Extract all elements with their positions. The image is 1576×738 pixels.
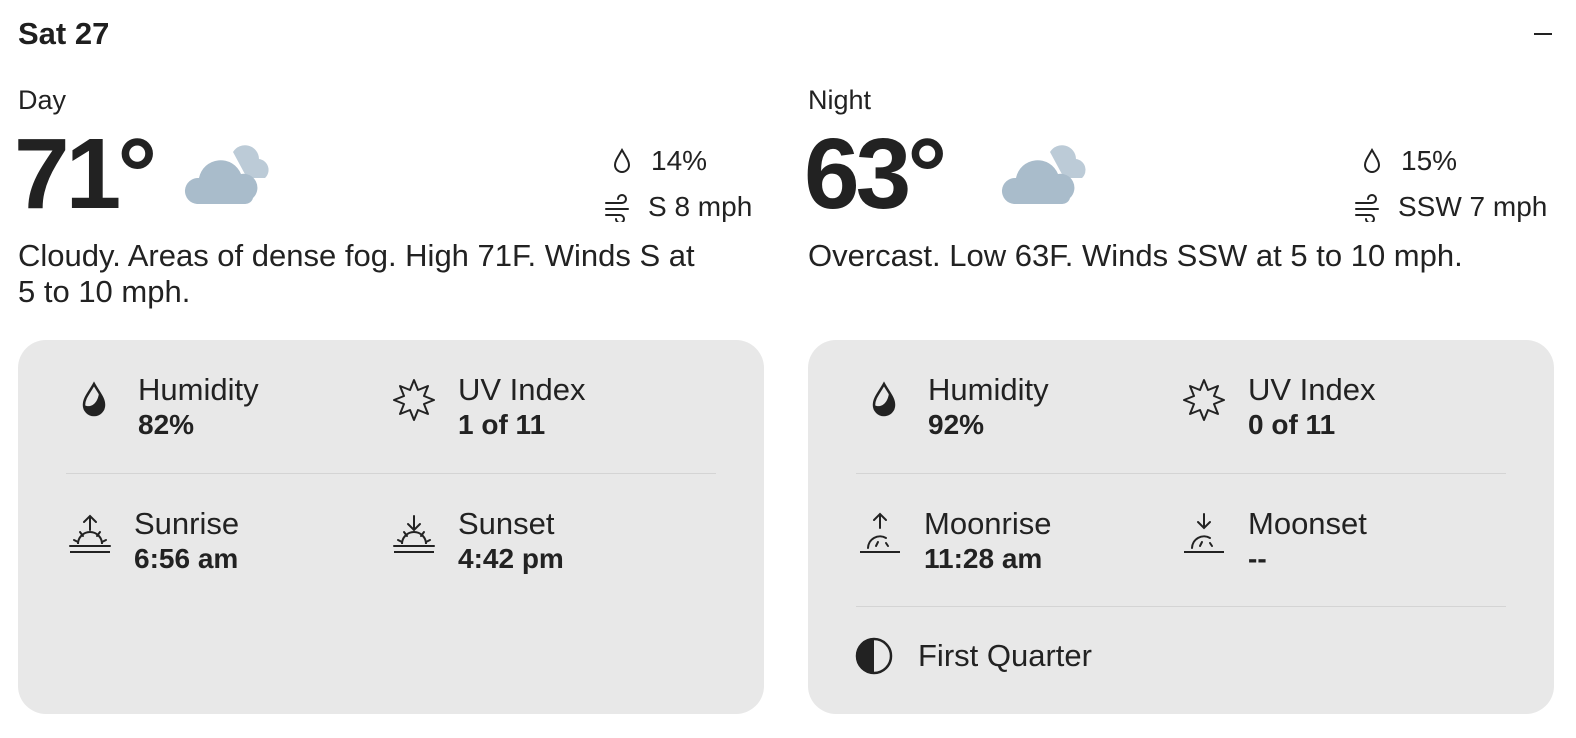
- moonrise-cell: Moonrise 11:28 am: [856, 506, 1052, 576]
- night-details-panel: Humidity 92% UV Index 0 of 11 Moonrise 1…: [808, 340, 1554, 714]
- divider: [856, 473, 1506, 474]
- moonset-icon: [1184, 513, 1224, 553]
- forecast-description: Overcast. Low 63F. Winds SSW at 5 to 10 …: [808, 238, 1463, 273]
- precip-value: 15%: [1401, 145, 1458, 176]
- sunset-icon: [393, 515, 435, 553]
- uv-value: 1 of 11: [458, 409, 546, 440]
- sunset-label: Sunset: [458, 506, 555, 541]
- moonset-label: Moonset: [1248, 506, 1367, 541]
- uv-cell: UV Index 1 of 11: [390, 372, 586, 442]
- day-column: Day 71° 14% S 8 mph Cloudy. Areas of den…: [14, 80, 764, 720]
- moon-phase-label: First Quarter: [918, 638, 1092, 673]
- moon-phase-row: First Quarter: [854, 636, 1092, 676]
- precip-stat: 14%: [604, 138, 764, 184]
- first-quarter-moon-icon: [855, 637, 893, 675]
- uv-label: UV Index: [1248, 372, 1376, 407]
- humidity-drop-icon: [872, 381, 896, 417]
- day-details-panel: Humidity 82% UV Index 1 of 11 Sunrise 6:…: [18, 340, 764, 714]
- partly-cloudy-icon: [184, 145, 269, 205]
- date-label: Sat 27: [18, 16, 110, 51]
- temperature: 63°: [804, 118, 947, 230]
- humidity-label: Humidity: [928, 372, 1049, 407]
- uv-value: 0 of 11: [1248, 409, 1336, 440]
- sunrise-value: 6:56 am: [134, 543, 239, 574]
- period-label: Day: [18, 85, 67, 115]
- divider: [856, 606, 1506, 607]
- uv-sun-icon: [1183, 379, 1225, 421]
- temperature: 71°: [14, 118, 157, 230]
- precip-value: 14%: [651, 145, 708, 176]
- humidity-drop-icon: [82, 381, 106, 417]
- sunrise-cell: Sunrise 6:56 am: [66, 506, 239, 576]
- wind-stat: SSW 7 mph: [1354, 184, 1554, 230]
- moonrise-icon: [860, 512, 900, 553]
- collapse-button[interactable]: [1528, 14, 1558, 54]
- day-header: Sat 27: [18, 14, 1558, 54]
- partly-cloudy-icon: [1001, 145, 1086, 205]
- period-label: Night: [808, 85, 872, 115]
- forecast-description: Cloudy. Areas of dense fog. High 71F. Wi…: [18, 238, 695, 309]
- wind-stat: S 8 mph: [604, 184, 764, 230]
- night-column: Night 63° 15% SSW 7 mph Overcast. Low 63…: [804, 80, 1554, 720]
- minus-icon: [1534, 33, 1552, 35]
- wind-icon: [605, 194, 629, 222]
- humidity-value: 82%: [138, 409, 195, 440]
- moonrise-value: 11:28 am: [924, 543, 1043, 574]
- humidity-cell: Humidity 82%: [70, 372, 259, 442]
- humidity-value: 92%: [928, 409, 985, 440]
- day-stats: 14% S 8 mph: [604, 138, 764, 230]
- humidity-cell: Humidity 92%: [860, 372, 1049, 442]
- sunrise-label: Sunrise: [134, 506, 240, 541]
- humidity-label: Humidity: [138, 372, 259, 407]
- uv-cell: UV Index 0 of 11: [1180, 372, 1376, 442]
- uv-label: UV Index: [458, 372, 586, 407]
- raindrop-icon: [1363, 147, 1381, 173]
- wind-value: S 8 mph: [648, 191, 753, 222]
- moonset-cell: Moonset --: [1180, 506, 1367, 576]
- raindrop-icon: [613, 147, 631, 173]
- sunrise-icon: [69, 514, 111, 553]
- moonset-value: --: [1248, 543, 1267, 574]
- precip-stat: 15%: [1354, 138, 1554, 184]
- wind-icon: [1355, 194, 1379, 222]
- sunset-cell: Sunset 4:42 pm: [390, 506, 564, 576]
- divider: [66, 473, 716, 474]
- wind-value: SSW 7 mph: [1398, 191, 1548, 222]
- moonrise-label: Moonrise: [924, 506, 1052, 541]
- night-stats: 15% SSW 7 mph: [1354, 138, 1554, 230]
- sunset-value: 4:42 pm: [458, 543, 564, 574]
- uv-sun-icon: [393, 379, 435, 421]
